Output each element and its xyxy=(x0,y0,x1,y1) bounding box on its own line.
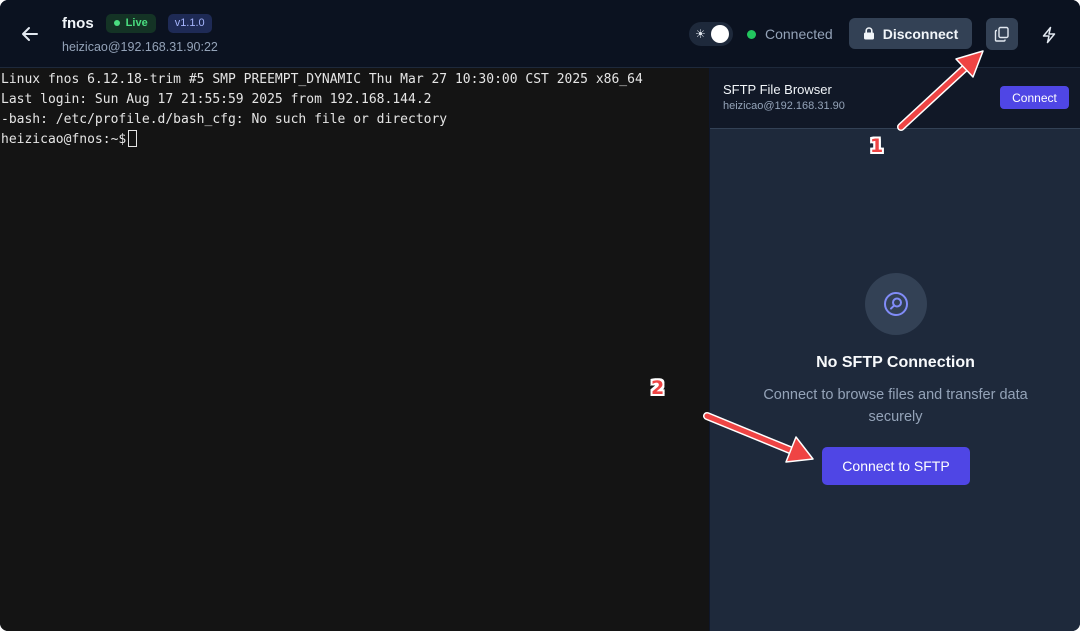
empty-state-description: Connect to browse files and transfer dat… xyxy=(763,387,1028,425)
empty-state-title: No SFTP Connection xyxy=(816,354,975,371)
sftp-panel-toggle-button[interactable] xyxy=(986,18,1018,50)
top-bar: fnos Live v1.1.0 heizicao@192.168.31.90:… xyxy=(0,0,1080,68)
status-dot-icon xyxy=(747,29,756,39)
terminal-cursor xyxy=(128,130,138,147)
toggle-knob xyxy=(711,25,729,43)
sun-icon: ☀ xyxy=(695,27,706,41)
disconnect-button[interactable]: Disconnect xyxy=(849,18,972,49)
sftp-panel-title: SFTP File Browser xyxy=(723,82,832,97)
terminal-prompt: heizicao@fnos:~$ xyxy=(1,132,127,147)
theme-toggle[interactable]: ☀ xyxy=(689,22,733,46)
lock-icon xyxy=(863,27,874,40)
status-text: Connected xyxy=(765,26,833,42)
quick-actions-button[interactable] xyxy=(1034,20,1064,50)
disconnect-label: Disconnect xyxy=(882,25,959,42)
sftp-panel-header: SFTP File Browser heizicao@192.168.31.90… xyxy=(710,68,1080,129)
terminal-line: Last login: Sun Aug 17 21:55:59 2025 fro… xyxy=(1,92,432,107)
terminal-output[interactable]: Linux fnos 6.12.18-trim #5 SMP PREEMPT_D… xyxy=(0,68,709,631)
connect-to-sftp-button[interactable]: Connect to SFTP xyxy=(822,447,970,485)
terminal-line: Linux fnos 6.12.18-trim #5 SMP PREEMPT_D… xyxy=(1,72,643,87)
terminal-line: -bash: /etc/profile.d/bash_cfg: No such … xyxy=(1,112,448,127)
search-icon xyxy=(884,292,908,316)
version-badge: v1.1.0 xyxy=(167,13,212,33)
empty-state-icon-circle xyxy=(865,273,927,335)
ssh-client-window: fnos Live v1.1.0 heizicao@192.168.31.90:… xyxy=(0,0,1080,631)
session-name: fnos xyxy=(62,14,94,32)
terminal-prompt-line: heizicao@fnos:~$ xyxy=(0,130,709,150)
connection-status: Connected xyxy=(747,25,833,43)
back-button[interactable] xyxy=(16,20,44,48)
live-dot-icon xyxy=(113,20,120,26)
annotation-marker-2: 2 xyxy=(651,377,665,399)
session-host: heizicao@192.168.31.90:22 xyxy=(62,40,218,54)
live-badge: Live xyxy=(105,13,156,33)
sftp-panel: SFTP File Browser heizicao@192.168.31.90… xyxy=(709,68,1080,631)
sftp-panel-host: heizicao@192.168.31.90 xyxy=(723,100,845,112)
bolt-icon xyxy=(1042,26,1056,44)
live-badge-label: Live xyxy=(125,17,148,29)
sftp-connect-button[interactable]: Connect xyxy=(1000,86,1069,109)
arrow-left-icon xyxy=(22,27,38,41)
session-title-block: fnos Live v1.1.0 heizicao@192.168.31.90:… xyxy=(62,12,218,54)
annotation-marker-1: 1 xyxy=(870,135,884,157)
copy-icon xyxy=(994,26,1009,42)
